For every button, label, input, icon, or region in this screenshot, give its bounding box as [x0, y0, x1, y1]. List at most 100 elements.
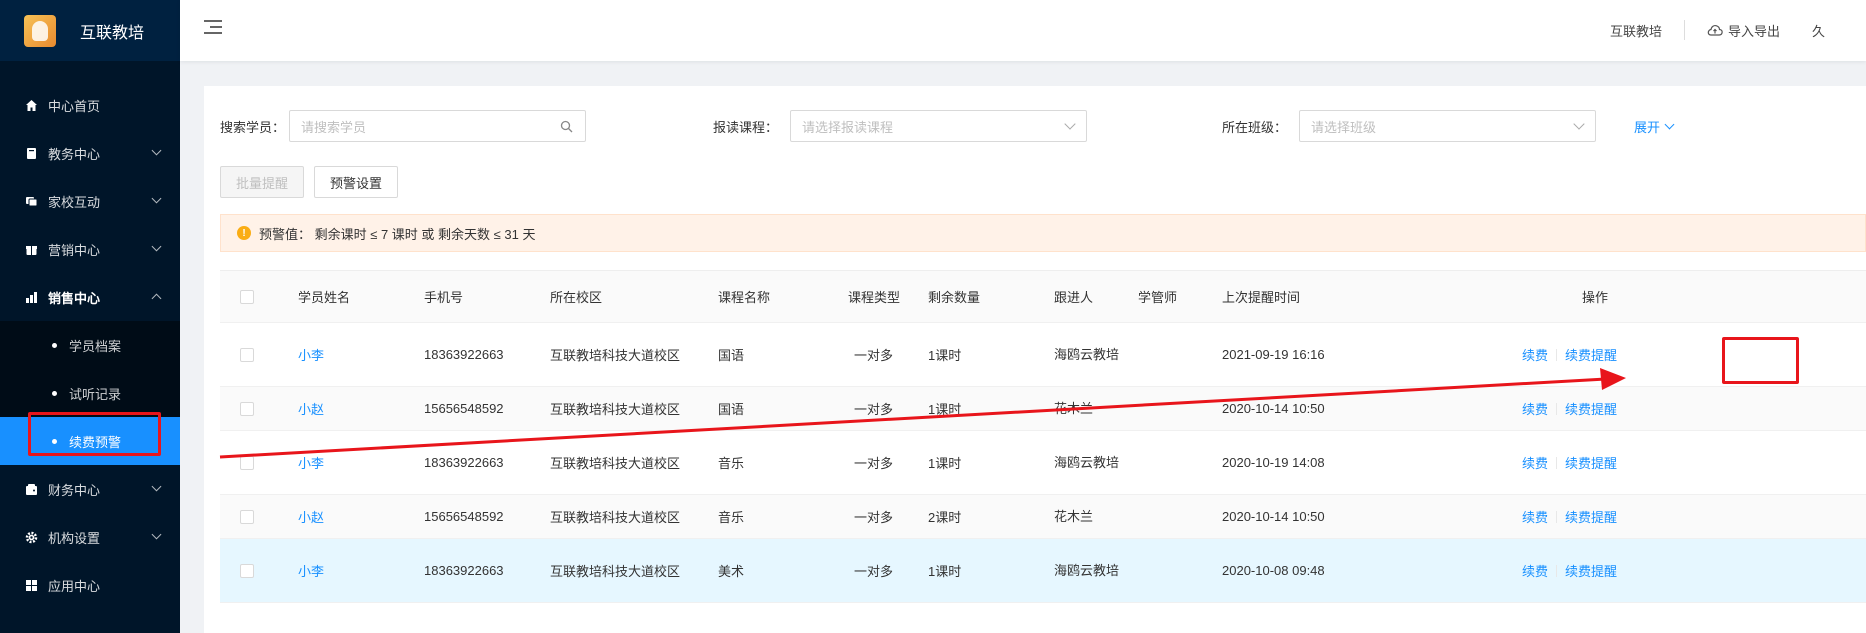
phone-cell: 18363922663	[424, 347, 504, 362]
row-checkbox[interactable]	[240, 495, 254, 538]
renew-remind-link[interactable]: 续费提醒	[1565, 345, 1617, 364]
sidebar-item-label: 销售中心	[48, 290, 101, 306]
search-icon[interactable]	[560, 120, 573, 136]
row-actions: 续费 续费提醒	[1522, 323, 1617, 386]
last-remind-cell: 2020-10-14 10:50	[1222, 509, 1325, 524]
last-remind-cell: 2021-09-19 16:16	[1222, 347, 1325, 362]
course-type-cell: 一对多	[854, 564, 894, 579]
renew-link[interactable]: 续费	[1522, 561, 1548, 580]
row-checkbox[interactable]	[240, 387, 254, 430]
sidebar-item-sales[interactable]: 销售中心	[0, 273, 180, 321]
sidebar-item-finance[interactable]: 财务中心	[0, 465, 180, 513]
course-select-placeholder: 请选择报读课程	[802, 119, 894, 135]
sidebar-item-label: 教务中心	[48, 146, 101, 162]
import-export-button[interactable]: 导入导出	[1707, 21, 1780, 40]
cloud-upload-icon	[1707, 25, 1723, 36]
course-type-cell: 一对多	[854, 348, 894, 363]
table-row: 小李 18363922663 互联教培科技大道校区 国语 一对多 1课时 海鸥云…	[220, 323, 1866, 387]
sidebar-item-home-school[interactable]: 家校互动	[0, 177, 180, 225]
gift-icon	[24, 242, 38, 256]
student-search-placeholder: 请搜索学员	[301, 119, 367, 135]
annotation-highlight-box	[1722, 337, 1799, 384]
sidebar-item-org-settings[interactable]: 机构设置	[0, 513, 180, 561]
expand-filters-link[interactable]: 展开	[1634, 117, 1675, 136]
action-divider	[1556, 348, 1558, 361]
logo-image	[24, 14, 56, 47]
renew-remind-link[interactable]: 续费提醒	[1565, 453, 1617, 472]
column-header: 剩余数量	[928, 290, 981, 305]
sidebar: 互联教培 中心首页 教务中心 家校互动 营销中心 销售中心 学员档案 试听记录 …	[0, 0, 180, 633]
bullet-icon	[52, 342, 57, 348]
header-right: 互联教培 导入导出 久	[1610, 20, 1825, 40]
chevron-down-icon	[151, 193, 162, 204]
column-header: 学员姓名	[298, 290, 351, 305]
sidebar-item-label: 中心首页	[48, 98, 101, 114]
sidebar-item-home[interactable]: 中心首页	[0, 81, 180, 129]
student-name-link[interactable]: 小李	[298, 539, 324, 602]
exclamation-icon: !	[237, 226, 251, 240]
warning-text: 预警值： 剩余课时 ≤ 7 课时 或 剩余天数 ≤ 31 天	[259, 226, 536, 242]
course-select[interactable]: 请选择报读课程	[790, 110, 1088, 142]
menu-collapse-icon[interactable]	[204, 20, 222, 36]
user-name[interactable]: 久	[1812, 21, 1825, 40]
follower-cell: 花木兰	[1054, 400, 1094, 416]
remaining-cell: 1课时	[928, 402, 962, 417]
sales-icon	[24, 290, 38, 304]
row-actions: 续费 续费提醒	[1522, 431, 1617, 494]
row-actions: 续费 续费提醒	[1522, 539, 1617, 602]
sidebar-item-academic[interactable]: 教务中心	[0, 129, 180, 177]
table-row: 小李 18363922663 互联教培科技大道校区 美术 一对多 1课时 海鸥云…	[220, 539, 1866, 603]
table-header: 学员姓名 手机号 所在校区 课程名称 课程类型 剩余数量 跟进人 学管师 上次提…	[220, 271, 1866, 323]
row-checkbox[interactable]	[240, 323, 254, 386]
row-checkbox[interactable]	[240, 431, 254, 494]
renew-link[interactable]: 续费	[1522, 453, 1548, 472]
warn-settings-button[interactable]: 预警设置	[314, 166, 399, 198]
select-all-checkbox[interactable]	[240, 271, 254, 322]
action-divider	[1556, 510, 1558, 523]
student-name-link[interactable]: 小赵	[298, 495, 324, 538]
action-divider	[1556, 456, 1558, 469]
row-checkbox[interactable]	[240, 539, 254, 602]
class-select[interactable]: 请选择班级	[1299, 110, 1597, 142]
column-header: 手机号	[424, 290, 464, 305]
action-divider	[1556, 564, 1558, 577]
renew-link[interactable]: 续费	[1522, 507, 1548, 526]
renew-remind-link[interactable]: 续费提醒	[1565, 561, 1617, 580]
student-name-link[interactable]: 小赵	[298, 387, 324, 430]
sidebar-subitem-label: 试听记录	[69, 386, 122, 402]
campus-cell: 互联教培科技大道校区	[550, 456, 681, 471]
grid-icon	[24, 578, 38, 592]
chevron-down-icon	[1064, 118, 1076, 130]
renew-link[interactable]: 续费	[1522, 399, 1548, 418]
campus-cell: 互联教培科技大道校区	[550, 402, 681, 417]
renew-link[interactable]: 续费	[1522, 345, 1548, 364]
bullet-icon	[52, 390, 57, 396]
chevron-down-icon	[151, 241, 162, 252]
sidebar-item-label: 营销中心	[48, 242, 101, 258]
course-cell: 音乐	[718, 510, 745, 525]
sidebar-subitem-trial-records[interactable]: 试听记录	[0, 369, 180, 417]
sidebar-item-app-center[interactable]: 应用中心	[0, 561, 180, 609]
student-search-input[interactable]: 请搜索学员	[289, 110, 587, 142]
student-name-link[interactable]: 小李	[298, 431, 324, 494]
follower-cell: 海鸥云教培	[1054, 562, 1120, 578]
sidebar-subitem-label: 学员档案	[69, 338, 122, 354]
last-remind-cell: 2020-10-19 14:08	[1222, 455, 1325, 470]
chevron-down-icon	[1664, 119, 1675, 129]
expand-label: 展开	[1634, 119, 1661, 135]
org-name[interactable]: 互联教培	[1610, 21, 1662, 40]
sidebar-subitem-student-archive[interactable]: 学员档案	[0, 321, 180, 369]
table-row: 小赵 15656548592 互联教培科技大道校区 国语 一对多 1课时 花木兰…	[220, 387, 1866, 431]
column-header: 课程名称	[718, 290, 771, 305]
renew-remind-link[interactable]: 续费提醒	[1565, 507, 1617, 526]
batch-remind-button[interactable]: 批量提醒	[220, 166, 305, 198]
top-header: 互联教培 导入导出 久	[180, 0, 1866, 61]
logo-bar: 互联教培	[0, 0, 180, 61]
sidebar-item-label: 应用中心	[48, 578, 101, 594]
student-name-link[interactable]: 小李	[298, 323, 324, 386]
last-remind-cell: 2020-10-08 09:48	[1222, 563, 1325, 578]
column-header: 操作	[1582, 290, 1609, 305]
sidebar-item-marketing[interactable]: 营销中心	[0, 225, 180, 273]
renew-remind-link[interactable]: 续费提醒	[1565, 399, 1617, 418]
follower-cell: 花木兰	[1054, 508, 1094, 524]
